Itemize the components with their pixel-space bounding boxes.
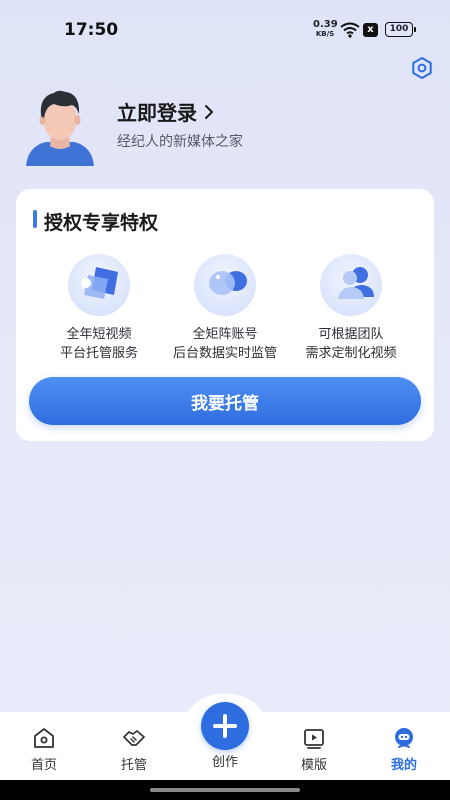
battery-icon: 100: [385, 22, 416, 37]
profile-subtitle: 经纪人的新媒体之家: [117, 134, 243, 150]
settings-icon[interactable]: [410, 56, 434, 80]
network-speed-value: 0.39: [313, 19, 338, 30]
nav-item-mine[interactable]: 我的: [369, 714, 439, 773]
play-template-icon: [304, 729, 324, 749]
nav-item-templates[interactable]: 模版: [279, 714, 349, 773]
network-speed: 0.39 KB/S: [313, 19, 338, 39]
user-group-icon: [320, 254, 382, 316]
title-accent-bar: [33, 210, 37, 228]
feature-item: 可根据团队 需求定制化视频: [288, 253, 414, 363]
handshake-icon: [123, 730, 145, 746]
chat-bubbles-icon: [194, 254, 256, 316]
nav-item-hosting[interactable]: 托管: [99, 714, 169, 773]
feature-line-2: 平台托管服务: [59, 346, 138, 361]
feature-item: 全矩阵账号 后台数据实时监管: [162, 253, 288, 363]
feature-line-1: 全年短视频: [66, 327, 132, 342]
nav-label-hosting: 托管: [120, 758, 147, 773]
login-link[interactable]: 立即登录: [117, 97, 215, 126]
feature-line-1: 全矩阵账号: [192, 327, 258, 342]
feature-line-2: 需求定制化视频: [305, 346, 397, 361]
network-speed-unit: KB/S: [315, 30, 335, 38]
home-indicator[interactable]: [150, 788, 300, 792]
nav-label-home: 首页: [30, 758, 57, 773]
status-time: 17:50: [64, 20, 119, 40]
nav-label-templates: 模版: [300, 758, 327, 773]
chevron-right-icon: [205, 104, 213, 119]
robot-face-icon: [395, 728, 413, 748]
status-bar: 17:50 0.39 KB/S x 100: [0, 0, 450, 60]
feature-list: 全年短视频 平台托管服务 全矩阵账号 后台数据实时监管 可根据团队 需求定制化视…: [16, 253, 434, 363]
home-icon: [34, 728, 54, 748]
plus-icon: [213, 714, 237, 738]
nav-item-home[interactable]: 首页: [9, 714, 79, 773]
request-hosting-button[interactable]: 我要托管: [29, 377, 421, 425]
feature-item: 全年短视频 平台托管服务: [36, 253, 162, 363]
avatar[interactable]: [24, 86, 96, 166]
video-folder-icon: [68, 254, 130, 316]
card-title: 授权专享特权: [44, 212, 159, 234]
login-label: 立即登录: [117, 101, 197, 125]
feature-line-2: 后台数据实时监管: [172, 346, 277, 361]
wifi-icon: [340, 22, 360, 38]
create-button[interactable]: [201, 702, 249, 750]
sim-icon: x: [363, 23, 378, 37]
privileges-card: 授权专享特权 全年短视频 平台托管服务 全矩阵账号 后台数据实时监管 可根据团队…: [16, 189, 434, 441]
nav-label-create: 创作: [211, 755, 238, 770]
feature-line-1: 可根据团队: [318, 327, 384, 342]
nav-label-mine: 我的: [390, 758, 417, 773]
